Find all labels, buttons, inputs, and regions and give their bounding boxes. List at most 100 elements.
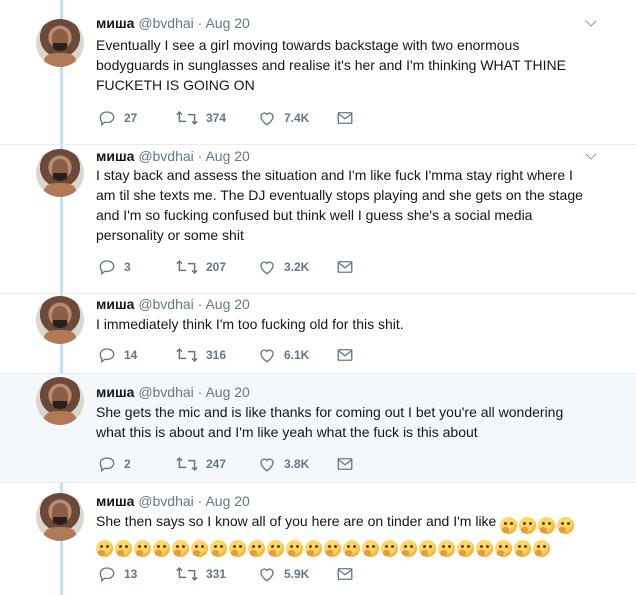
like-button[interactable]: 6.1K xyxy=(258,345,309,365)
retweet-button[interactable]: 247 xyxy=(176,454,226,474)
reply-button[interactable]: 14 xyxy=(98,345,137,365)
like-count: 3.2K xyxy=(284,260,310,274)
separator-dot: · xyxy=(197,384,203,400)
tweet-header: миша @bvdhai · Aug 20 xyxy=(96,147,250,165)
tweet-text: Eventually I see a girl moving towards b… xyxy=(96,37,566,93)
tweet-date[interactable]: Aug 20 xyxy=(205,296,249,312)
emoji-group xyxy=(96,537,552,557)
reply-count: 27 xyxy=(124,111,138,125)
thinking-face-emoji xyxy=(96,539,113,557)
retweet-icon xyxy=(176,347,198,363)
tweet-header: миша @bvdhai · Aug 20 xyxy=(96,492,250,510)
retweet-count: 316 xyxy=(206,348,227,362)
retweet-count: 247 xyxy=(206,457,227,471)
avatar[interactable] xyxy=(36,296,84,344)
tweet[interactable]: миша @bvdhai · Aug 20 I immediately thin… xyxy=(0,294,636,374)
retweet-button[interactable]: 316 xyxy=(176,345,226,365)
tweet[interactable]: миша @bvdhai · Aug 20 I stay back and as… xyxy=(0,145,636,294)
heart-icon xyxy=(260,458,274,472)
chevron-down-icon[interactable] xyxy=(585,15,597,27)
direct-message-button[interactable] xyxy=(336,108,354,128)
display-name[interactable]: миша xyxy=(96,15,134,31)
user-handle[interactable]: @bvdhai xyxy=(138,296,193,312)
thinking-face-emoji xyxy=(538,516,556,534)
envelope-icon xyxy=(337,458,353,470)
direct-message-button[interactable] xyxy=(336,454,354,474)
user-handle[interactable]: @bvdhai xyxy=(138,15,193,31)
thinking-face-emoji xyxy=(324,539,341,557)
retweet-count: 207 xyxy=(206,260,227,274)
tweet-header: миша @bvdhai · Aug 20 xyxy=(96,14,250,32)
tweet-actions: 3 207 3.2K xyxy=(98,257,378,277)
tweet-date[interactable]: Aug 20 xyxy=(205,15,249,31)
envelope-icon xyxy=(337,349,353,361)
tweet-actions: 14 316 6.1K xyxy=(98,345,378,365)
direct-message-button[interactable] xyxy=(336,345,354,365)
reply-button[interactable]: 3 xyxy=(98,257,131,277)
reply-button[interactable]: 27 xyxy=(98,108,137,128)
reply-icon xyxy=(99,457,115,473)
retweet-count: 331 xyxy=(206,567,227,581)
chevron-down-icon[interactable] xyxy=(585,148,597,160)
reply-button[interactable]: 2 xyxy=(98,454,131,474)
like-button[interactable]: 5.9K xyxy=(258,564,309,584)
thinking-face-emoji xyxy=(172,539,189,557)
thinking-face-emoji xyxy=(115,539,132,557)
reply-icon xyxy=(99,111,115,127)
tweet-date[interactable]: Aug 20 xyxy=(205,384,249,400)
emoji-group xyxy=(500,514,576,534)
reply-button[interactable]: 13 xyxy=(98,564,137,584)
separator-dot: · xyxy=(197,296,203,312)
reply-count: 13 xyxy=(124,567,138,581)
tweet-text: She gets the mic and is like thanks for … xyxy=(96,404,564,440)
avatar[interactable] xyxy=(36,493,84,541)
thinking-face-emoji xyxy=(229,539,246,557)
tweet-date[interactable]: Aug 20 xyxy=(205,493,249,509)
user-handle[interactable]: @bvdhai xyxy=(138,384,193,400)
thinking-face-emoji xyxy=(191,539,208,557)
avatar[interactable] xyxy=(36,377,84,425)
like-count: 6.1K xyxy=(284,348,310,362)
reply-icon xyxy=(99,567,115,583)
retweet-button[interactable]: 331 xyxy=(176,564,226,584)
reply-count: 14 xyxy=(124,348,138,362)
retweet-button[interactable]: 374 xyxy=(176,108,226,128)
like-button[interactable]: 7.4K xyxy=(258,108,309,128)
like-button[interactable]: 3.8K xyxy=(258,454,309,474)
user-handle[interactable]: @bvdhai xyxy=(138,148,193,164)
heart-icon xyxy=(260,568,274,582)
tweet-header: миша @bvdhai · Aug 20 xyxy=(96,295,250,313)
tweet-actions: 27 374 7.4K xyxy=(98,108,378,128)
thinking-face-emoji xyxy=(495,539,512,557)
direct-message-button[interactable] xyxy=(336,257,354,277)
retweet-icon xyxy=(176,110,198,126)
display-name[interactable]: миша xyxy=(96,493,134,509)
thinking-face-emoji xyxy=(286,539,303,557)
tweet-text: I immediately think I'm too fucking old … xyxy=(96,316,404,332)
display-name[interactable]: миша xyxy=(96,384,134,400)
tweet-text: I stay back and assess the situation and… xyxy=(96,167,583,243)
tweet[interactable]: миша @bvdhai · Aug 20 She gets the mic a… xyxy=(0,374,636,483)
separator-dot: · xyxy=(197,15,203,31)
like-button[interactable]: 3.2K xyxy=(258,257,309,277)
avatar[interactable] xyxy=(36,19,84,67)
thinking-face-emoji xyxy=(438,539,455,557)
tweet-date[interactable]: Aug 20 xyxy=(205,148,249,164)
user-handle[interactable]: @bvdhai xyxy=(138,493,193,509)
direct-message-button[interactable] xyxy=(336,564,354,584)
tweet[interactable]: миша @bvdhai · Aug 20 She then says so I… xyxy=(0,483,636,595)
separator-dot: · xyxy=(197,493,203,509)
retweet-icon xyxy=(176,259,198,275)
thinking-face-emoji xyxy=(519,516,537,534)
display-name[interactable]: миша xyxy=(96,148,134,164)
avatar[interactable] xyxy=(36,149,84,197)
thinking-face-emoji xyxy=(381,539,398,557)
tweet[interactable]: миша @bvdhai · Aug 20 Eventually I see a… xyxy=(0,0,636,145)
thinking-face-emoji xyxy=(210,539,227,557)
envelope-icon xyxy=(337,568,353,580)
retweet-button[interactable]: 207 xyxy=(176,257,226,277)
reply-icon xyxy=(99,260,115,276)
display-name[interactable]: миша xyxy=(96,296,134,312)
thinking-face-emoji xyxy=(343,539,360,557)
thinking-face-emoji xyxy=(305,539,322,557)
